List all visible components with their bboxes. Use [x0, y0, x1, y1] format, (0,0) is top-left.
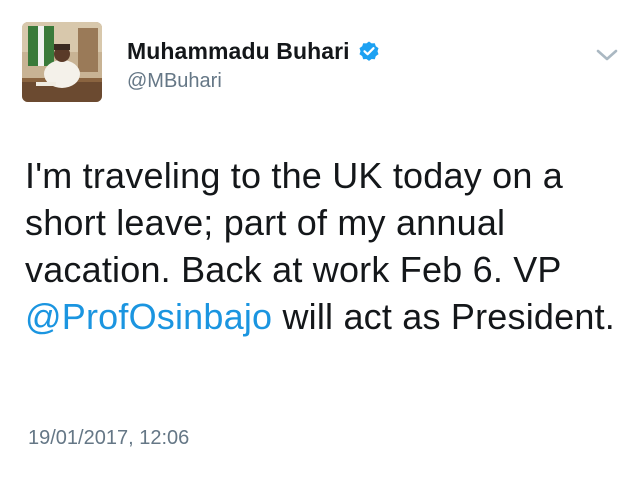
tweet-text: I'm traveling to the UK today on a short… [25, 152, 625, 340]
tweet-card: Muhammadu Buhari @MBuhari I'm traveling … [0, 0, 639, 483]
chevron-down-icon[interactable] [594, 46, 620, 64]
display-name[interactable]: Muhammadu Buhari [127, 38, 350, 65]
verified-badge-icon [357, 40, 381, 64]
avatar[interactable] [22, 22, 102, 102]
author-row: Muhammadu Buhari [127, 38, 381, 65]
tweet-text-before: I'm traveling to the UK today on a short… [25, 155, 563, 290]
handle[interactable]: @MBuhari [127, 70, 222, 93]
profile-photo-icon [22, 22, 102, 102]
mention-link[interactable]: @ProfOsinbajo [25, 296, 272, 337]
timestamp[interactable]: 19/01/2017, 12:06 [28, 427, 189, 450]
tweet-text-after: will act as President. [272, 296, 615, 337]
